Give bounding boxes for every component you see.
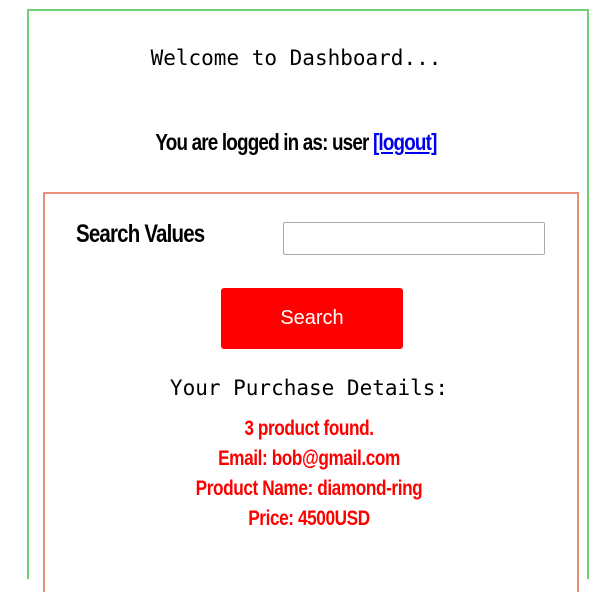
login-status: You are logged in as: user [logout] [53,131,538,154]
purchase-results: 3 product found. Email: bob@gmail.com Pr… [0,414,592,534]
purchase-details-heading: Your Purchase Details: [169,376,449,400]
login-status-label: You are logged in as: user [155,129,373,155]
search-input[interactable] [283,222,545,255]
search-button[interactable]: Search [221,288,403,349]
result-product-name: Product Name: diamond-ring [195,477,423,500]
result-count: 3 product found. [244,417,374,440]
logout-link[interactable]: [logout] [373,129,437,155]
welcome-heading: Welcome to Dashboard... [150,46,442,70]
search-label: Search Values [76,220,205,248]
result-email: Email: bob@gmail.com [218,447,400,470]
result-price: Price: 4500USD [248,507,370,530]
